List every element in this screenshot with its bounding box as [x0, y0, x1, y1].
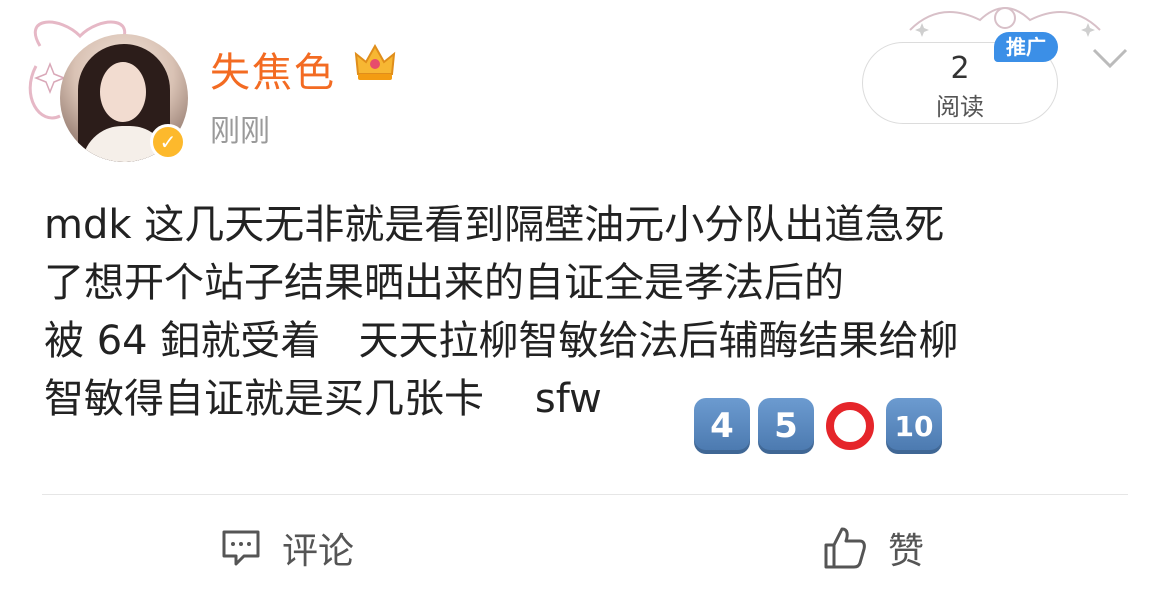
- keycap-10-emoji: 10: [886, 398, 942, 454]
- post-text-line: 了想开个站子结果晒出来的自证全是孝法后的: [44, 260, 844, 306]
- read-label: 阅读: [936, 93, 984, 121]
- promote-badge[interactable]: 推广: [994, 32, 1058, 62]
- crown-icon: [354, 43, 396, 80]
- comment-icon: [222, 530, 260, 566]
- chevron-down-icon[interactable]: [1090, 40, 1130, 74]
- post-text: mdk 这几天无非就是看到隔壁油元小分队出道急死 了想开个站子结果晒出来的自证全是…: [44, 196, 1134, 428]
- comment-button[interactable]: 评论: [220, 520, 354, 576]
- post-time: 刚刚: [210, 114, 270, 149]
- like-label: 赞: [888, 531, 925, 572]
- emoji-row: 4 5 10: [694, 398, 942, 454]
- verified-icon: ✓: [150, 124, 186, 160]
- keycap-4-emoji: 4: [694, 398, 750, 454]
- comment-label: 评论: [282, 531, 355, 572]
- like-button[interactable]: 赞: [822, 520, 924, 576]
- divider: [42, 494, 1128, 495]
- red-circle-emoji: [822, 398, 878, 454]
- username[interactable]: 失焦色: [210, 40, 336, 98]
- post-text-line: mdk 这几天无非就是看到隔壁油元小分队出道急死: [44, 202, 945, 248]
- post-text-line: 被 64 鈤就受着 天天拉柳智敏给法后辅酶结果给柳: [44, 318, 959, 364]
- post-text-line: 智敏得自证就是买几张卡 sfw: [44, 376, 602, 422]
- avatar-frame[interactable]: ✓: [20, 6, 188, 166]
- like-icon: [824, 527, 866, 569]
- keycap-5-emoji: 5: [758, 398, 814, 454]
- red-circle-icon: [826, 402, 874, 450]
